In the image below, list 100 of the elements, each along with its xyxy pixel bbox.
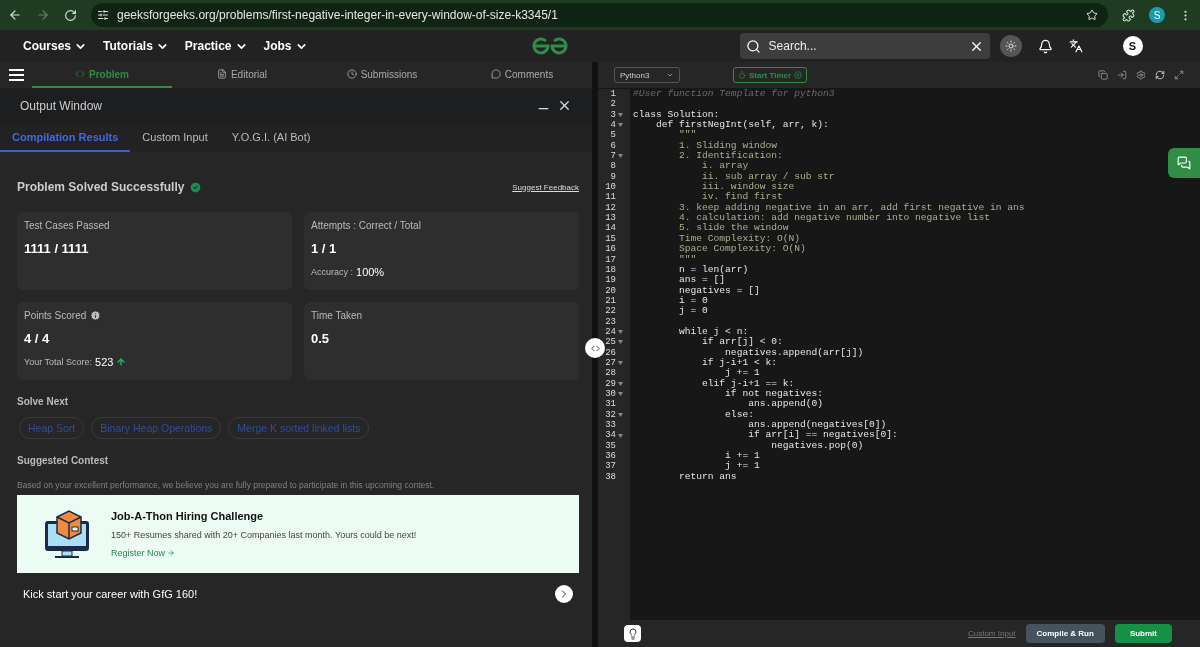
start-timer-button[interactable]: Start Timer: [733, 67, 808, 83]
code-line: if arr[i] == negatives[0]:: [747, 430, 898, 441]
contest-title: Job-A-Thon Hiring Challenge: [111, 510, 265, 522]
line-number: 17: [604, 254, 616, 265]
line-number: 6: [609, 140, 616, 152]
code-line: elif j-i+1 == k:: [701, 378, 795, 389]
code-line: negatives.pop(0): [770, 440, 864, 452]
code-line: ans = []: [678, 275, 726, 286]
line-number: 38: [604, 471, 616, 483]
card-value: 1 / 1: [311, 241, 338, 256]
line-number: 1: [609, 89, 616, 100]
section-title: Suggested Contest: [17, 455, 110, 466]
card-label: Time Taken: [311, 310, 363, 321]
code-line: """: [678, 130, 697, 141]
contest-banner[interactable]: Job-A-Thon Hiring Challenge 150+ Resumes shared with 20+ Companies last month. Yours could be next! Register Now: [17, 495, 579, 573]
line-number: 7: [609, 151, 616, 162]
code-line: ans.append(0): [747, 399, 823, 410]
line-number: 34: [604, 430, 616, 441]
line-number: 14: [604, 223, 616, 234]
note-value: 523: [95, 356, 114, 368]
submit-button[interactable]: Submit: [1114, 624, 1172, 643]
search-bar[interactable]: Search...: [739, 33, 990, 59]
line-number: 23: [604, 316, 616, 327]
line-number: 22: [604, 306, 616, 317]
problem-tab[interactable]: Comments: [452, 62, 592, 88]
line-number: 16: [604, 244, 616, 255]
line-number: 8: [609, 161, 616, 172]
code-line: i. array: [701, 161, 749, 172]
nav-menu[interactable]: Courses: [23, 39, 88, 53]
code-line: j = 0: [678, 306, 708, 317]
code-line: negatives = []: [678, 285, 760, 296]
line-number: 26: [604, 347, 616, 358]
code-line: j += 1: [724, 368, 760, 379]
url-text: geeksforgeeks.org/problems/first-negative-integer-in-every-window-of-size-k3345/1: [117, 8, 558, 22]
promo-text: Kick start your career with GfG 160!: [23, 588, 198, 600]
code-line: #User function Template for python3: [633, 89, 835, 100]
line-number: 28: [604, 368, 616, 379]
code-line: ii. sub array / sub str: [701, 171, 835, 182]
line-number: 36: [604, 451, 616, 462]
code-line: ans.append(negatives[0]): [747, 420, 887, 430]
panel-title: Output Window: [20, 98, 104, 113]
result-tab[interactable]: Custom Input: [130, 123, 220, 152]
code-line: return ans: [678, 471, 737, 483]
line-number: 25: [604, 337, 616, 348]
line-number: 18: [604, 264, 616, 276]
problem-tab[interactable]: Editorial: [172, 62, 312, 88]
result-tab[interactable]: Y.O.G.I. (AI Bot): [219, 123, 323, 152]
code-line: class Solution:: [633, 109, 720, 120]
line-number: 5: [609, 130, 616, 141]
line-number: 35: [604, 440, 616, 452]
note-label: Your Total Score:: [24, 357, 93, 367]
code-line: iv. find first: [701, 192, 783, 203]
line-number: 15: [604, 233, 616, 245]
problem-tab[interactable]: Submissions: [312, 62, 452, 88]
line-number: 4: [609, 120, 616, 131]
line-number: 33: [604, 420, 616, 431]
code-line: while j < n:: [678, 326, 749, 337]
code-line: negatives.append(arr[j]): [724, 347, 864, 358]
code-line: n = len(arr): [678, 264, 749, 275]
line-number: 10: [604, 182, 616, 193]
nav-menu[interactable]: Practice: [184, 39, 248, 53]
code-line: if j-i+1 < k:: [701, 357, 777, 368]
code-line: Space Complexity: O(N): [678, 244, 806, 255]
code-line: i = 0: [678, 295, 708, 306]
status-text: Problem Solved Successfully: [17, 180, 185, 194]
section-title: Solve Next: [17, 396, 70, 407]
feedback-link[interactable]: Suggest Feedback: [512, 182, 579, 192]
card-label: Test Cases Passed: [24, 220, 110, 231]
code-line: 2. Identification:: [678, 151, 783, 162]
code-line: if not negatives:: [724, 388, 823, 399]
line-number: 13: [604, 213, 616, 224]
line-number: 19: [604, 275, 616, 286]
user-avatar[interactable]: S: [1122, 36, 1143, 56]
register-link[interactable]: Register Now: [111, 548, 417, 558]
nav-menu[interactable]: Jobs: [263, 39, 308, 53]
line-number: 11: [604, 192, 616, 203]
address-bar[interactable]: geeksforgeeks.org/problems/first-negative-integer-in-every-window-of-size-k3345/1: [91, 3, 1108, 27]
code-line: if arr[j] < 0:: [701, 337, 783, 348]
code-line: 3. keep adding negative in an arr, add first negative in ans: [678, 202, 1025, 213]
language-select[interactable]: Python3: [614, 67, 680, 83]
compile-run-button[interactable]: Compile & Run: [1025, 624, 1105, 643]
line-number: 2: [609, 99, 616, 110]
line-number: 37: [604, 461, 616, 472]
nav-menu[interactable]: Tutorials: [103, 39, 169, 53]
line-number: 29: [604, 378, 616, 389]
code-line: """: [678, 254, 697, 265]
card-value: 4 / 4: [24, 331, 51, 346]
code-line: else:: [724, 409, 754, 420]
code-line: def firstNegInt(self, arr, k):: [655, 120, 829, 131]
code-line: Time Complexity: O(N): [678, 233, 800, 244]
contest-text: 150+ Resumes shared with 20+ Companies last month. Yours could be next!: [111, 530, 417, 540]
custom-input-link[interactable]: Custom Input: [967, 629, 1016, 638]
contest-description: Based on your excellent performance, we believe you are fully prepared to participate in this upcoming contest.: [17, 480, 436, 490]
line-number: 24: [604, 326, 616, 338]
line-number: 12: [604, 202, 616, 214]
line-number: 30: [604, 388, 616, 400]
line-number: 31: [604, 399, 616, 410]
search-field[interactable]: Search...: [766, 38, 963, 54]
card-label: Attempts : Correct / Total: [311, 220, 421, 231]
code-line: j += 1: [724, 461, 760, 472]
